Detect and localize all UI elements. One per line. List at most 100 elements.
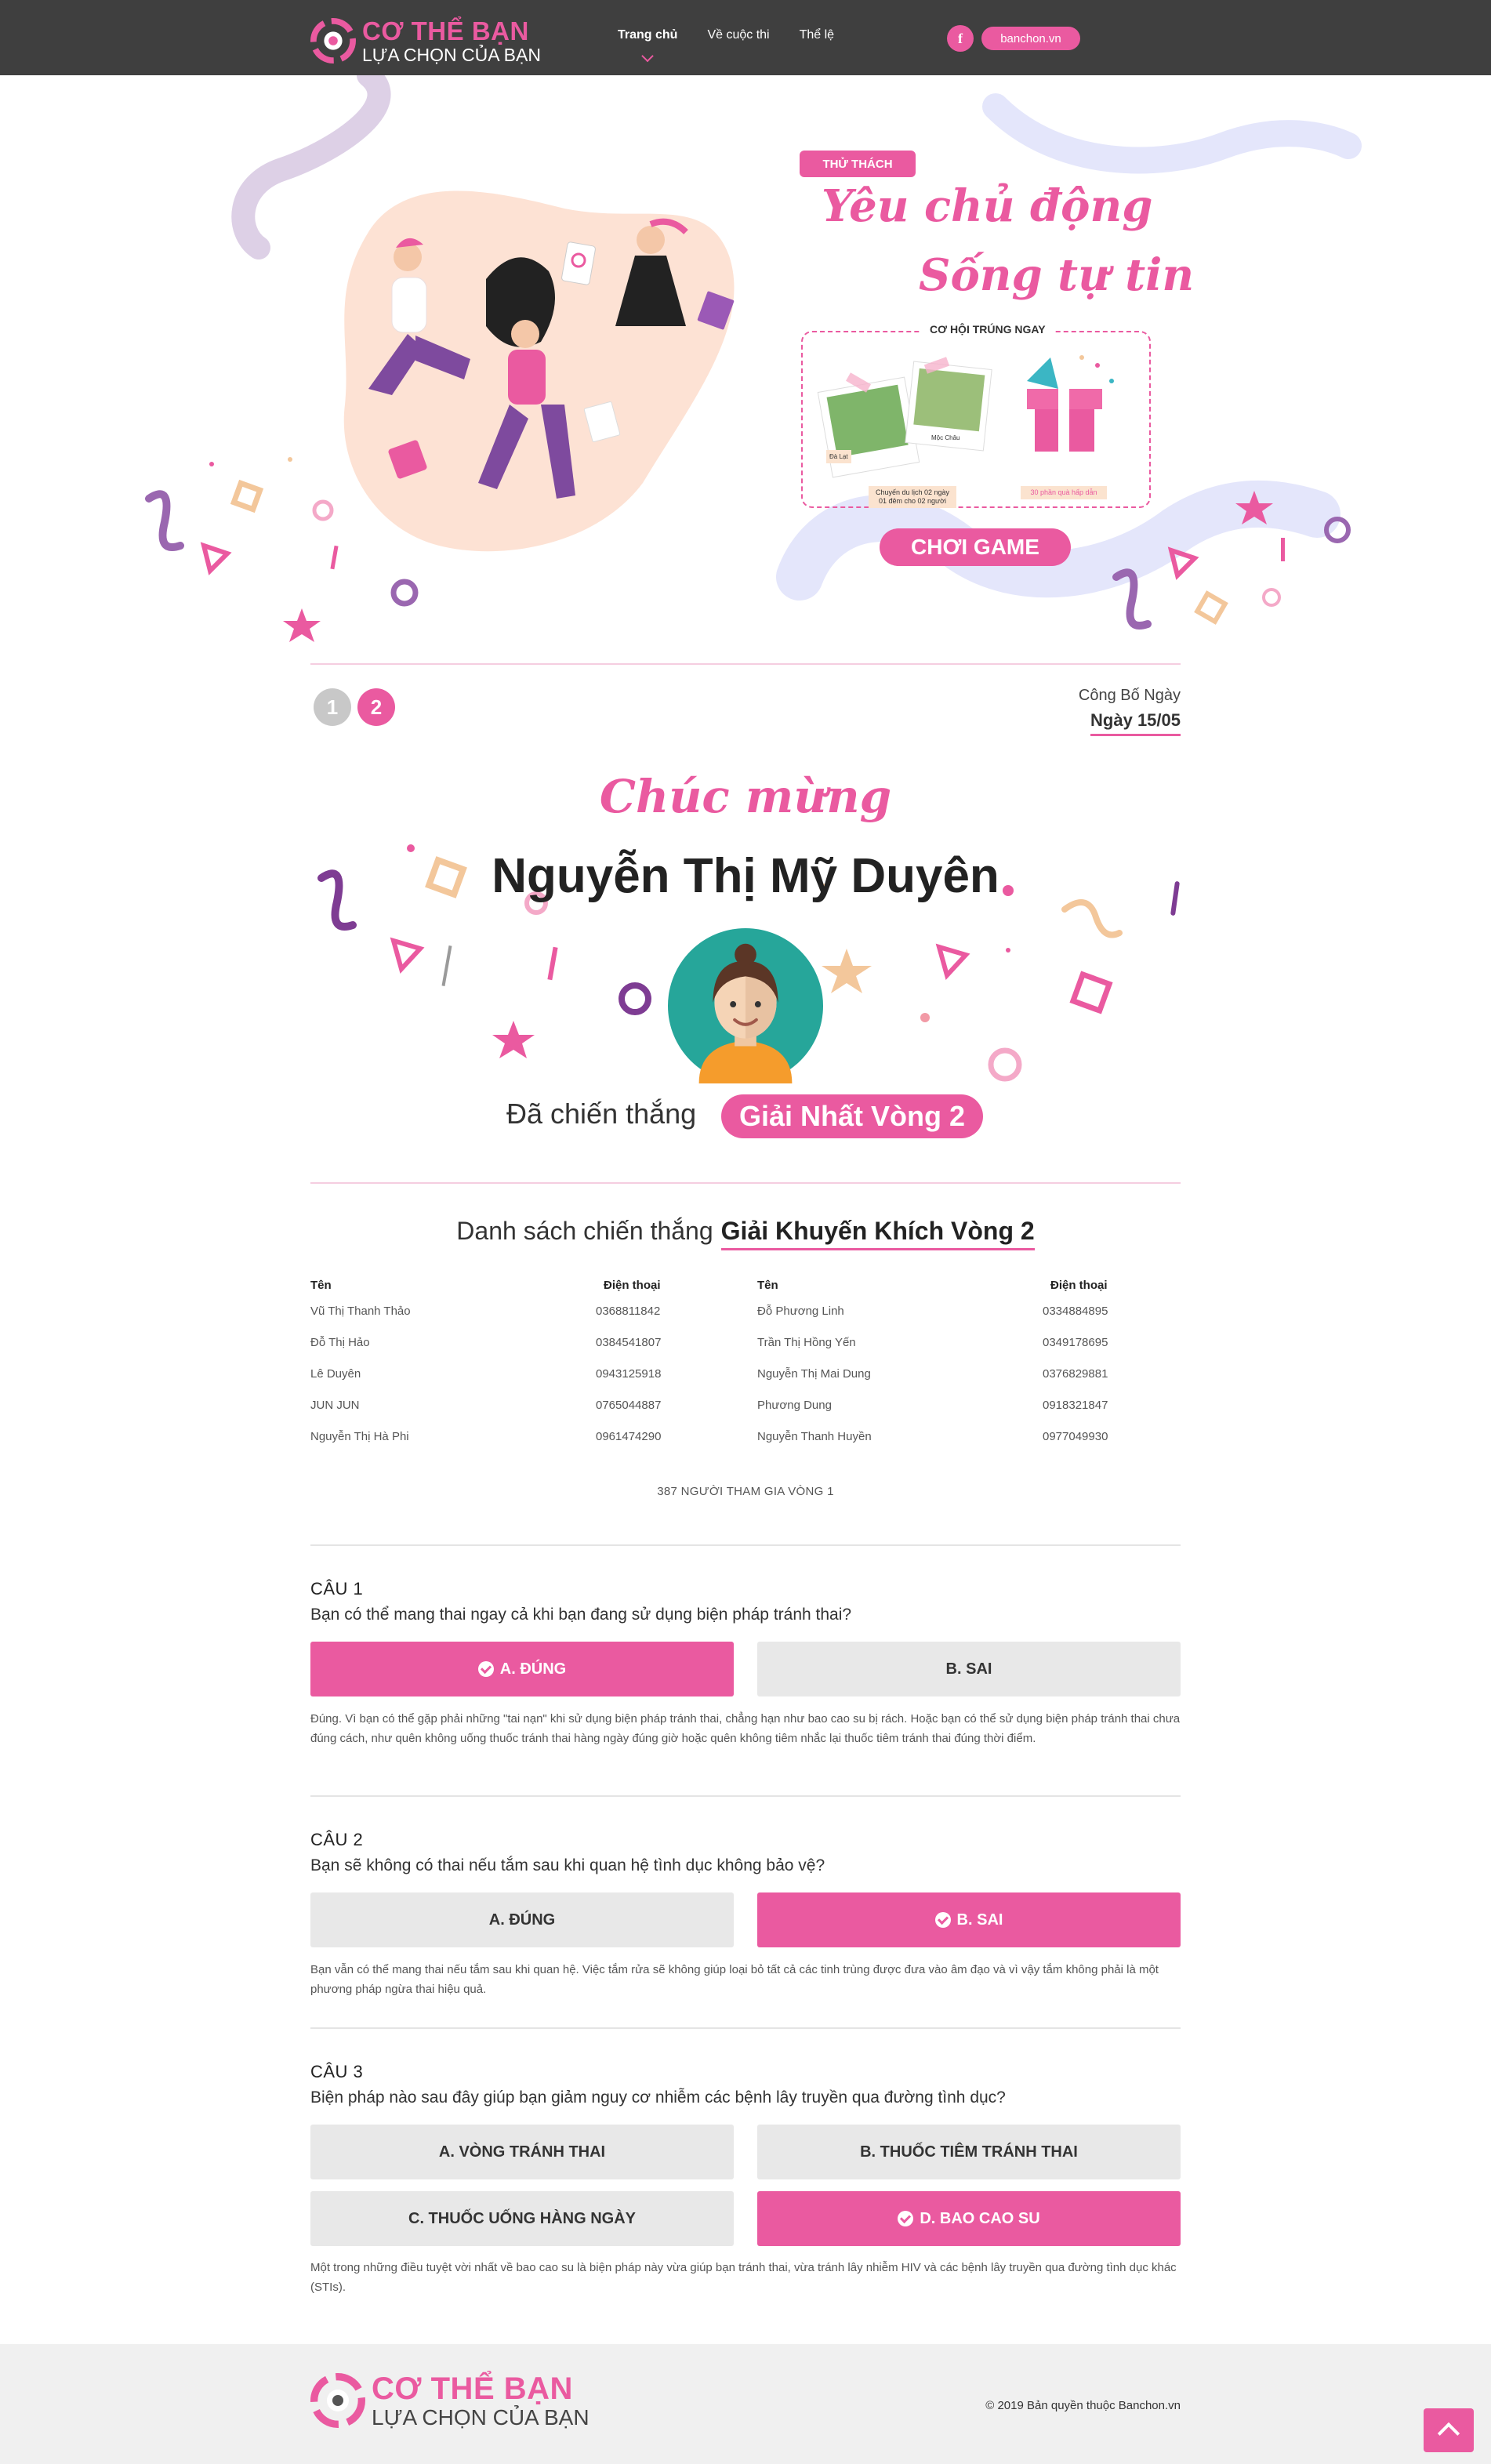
prize-label: CƠ HỘI TRÚNG NGAY <box>920 323 1055 336</box>
logo-mark-icon <box>310 2373 365 2428</box>
question-3-answer-d[interactable]: D. BAO CAO SU <box>757 2191 1181 2246</box>
section-divider <box>310 1795 1181 1797</box>
answer-label: B. SAI <box>956 1911 1003 1929</box>
logo-title: CƠ THỂ BẠN <box>362 16 529 45</box>
photo2-caption: Mộc Châu <box>931 434 960 441</box>
congrats-title: Chúc mừng <box>599 770 892 823</box>
prize-note-gift: 30 phần quà hấp dẫn <box>1021 486 1107 499</box>
winner-avatar <box>668 928 823 1083</box>
copyright-text: © 2019 Bản quyền thuộc Banchon.vn <box>985 2399 1181 2412</box>
winner-row-phone: 0918321847 <box>1043 1398 1108 1412</box>
winners-table-left: Tên Điện thoại Vũ Thị Thanh Thảo 03688118… <box>310 1275 753 1452</box>
section-divider <box>310 1544 1181 1546</box>
answer-label: B. SAI <box>945 1660 992 1678</box>
column-header-phone: Điện thoại <box>1050 1278 1108 1292</box>
announce-label: Công Bố Ngày <box>1078 687 1181 704</box>
table-row: Trần Thị Hồng Yến 0349178695 <box>757 1326 1199 1358</box>
table-row: JUN JUN 0765044887 <box>310 1389 753 1421</box>
logo-subtitle: LỰA CHỌN CỦA BẠN <box>362 44 541 65</box>
column-header-name: Tên <box>757 1278 778 1292</box>
winner-row-phone: 0334884895 <box>1043 1304 1108 1318</box>
answer-label: B. THUỐC TIÊM TRÁNH THAI <box>860 2143 1078 2161</box>
column-header-phone: Điện thoại <box>604 1278 661 1292</box>
winners-list-heading-text: Danh sách chiến thắng <box>456 1217 713 1245</box>
prize-box: CƠ HỘI TRÚNG NGAY Đà Lạt Mộc Châu Chuyến… <box>801 323 1151 508</box>
announce-date: Ngày 15/05 <box>1090 710 1181 736</box>
winner-row-name: Trần Thị Hồng Yến <box>757 1335 856 1349</box>
winner-row-name: Đỗ Thị Hảo <box>310 1335 370 1349</box>
column-header-name: Tên <box>310 1278 332 1292</box>
answer-label: A. VÒNG TRÁNH THAI <box>438 2143 606 2161</box>
winner-row-name: Nguyễn Thị Mai Dung <box>757 1366 871 1381</box>
winner-row-phone: 0765044887 <box>596 1398 662 1412</box>
question-2-answer-a[interactable]: A. ĐÚNG <box>310 1892 734 1947</box>
nav-rules[interactable]: Thể lệ <box>800 28 834 42</box>
won-text: Đã chiến thắng <box>506 1098 697 1130</box>
section-divider <box>310 2027 1181 2029</box>
hero-title-line1: Yêu chủ động <box>822 180 1153 232</box>
question-1-explanation: Đúng. Vì bạn có thể gặp phải những "tai … <box>310 1712 1181 1745</box>
hero-title-line2: Sống tự tin <box>919 249 1195 301</box>
winner-row-phone: 0977049930 <box>1043 1429 1108 1443</box>
answer-label: C. THUỐC UỐNG HÀNG NGÀY <box>408 2209 636 2227</box>
check-circle-icon <box>477 1661 494 1677</box>
question-1-number: CÂU 1 <box>310 1579 364 1599</box>
winner-row-name: Nguyễn Thị Hà Phi <box>310 1429 409 1443</box>
winner-row-name: Vũ Thị Thanh Thảo <box>310 1304 411 1318</box>
question-2-number: CÂU 2 <box>310 1830 364 1849</box>
main-nav: Trang chủ Về cuộc thi Thể lệ <box>618 28 834 42</box>
winner-row-phone: 0368811842 <box>596 1304 661 1318</box>
winner-row-phone: 0943125918 <box>596 1366 662 1381</box>
question-3-number: CÂU 3 <box>310 2062 364 2081</box>
question-1-answer-a[interactable]: A. ĐÚNG <box>310 1642 734 1696</box>
table-row: Nguyễn Thị Mai Dung 0376829881 <box>757 1358 1199 1389</box>
nav-about-contest[interactable]: Về cuộc thi <box>707 28 769 42</box>
question-3-answer-a[interactable]: A. VÒNG TRÁNH THAI <box>310 2125 734 2179</box>
site-link-button[interactable]: banchon.vn <box>981 27 1080 50</box>
scroll-to-top-button[interactable] <box>1424 2408 1474 2452</box>
play-game-button[interactable]: CHƠI GAME <box>880 528 1071 566</box>
table-row: Phương Dung 0918321847 <box>757 1389 1199 1421</box>
logo-subtitle: LỰA CHỌN CỦA BẠN <box>372 2404 590 2430</box>
section-divider <box>310 1182 1181 1184</box>
question-1-answer-b[interactable]: B. SAI <box>757 1642 1181 1696</box>
winner-row-phone: 0349178695 <box>1043 1335 1108 1349</box>
question-3-answer-c[interactable]: C. THUỐC UỐNG HÀNG NGÀY <box>310 2191 734 2246</box>
footer-logo[interactable]: CƠ THỂ BẠN LỰA CHỌN CỦA BẠN <box>310 2373 590 2428</box>
table-row: Lê Duyên 0943125918 <box>310 1358 753 1389</box>
nav-home[interactable]: Trang chủ <box>618 28 677 42</box>
check-circle-icon <box>898 2211 914 2226</box>
question-1-text: Bạn có thể mang thai ngay cả khi bạn đan… <box>310 1606 852 1624</box>
facebook-icon[interactable]: f <box>947 25 974 52</box>
hero-illustration <box>145 75 1362 642</box>
site-footer: CƠ THỂ BẠN LỰA CHỌN CỦA BẠN © 2019 Bản q… <box>0 2344 1491 2464</box>
check-circle-icon <box>934 1912 951 1928</box>
winner-row-phone: 0376829881 <box>1043 1366 1108 1381</box>
header-logo[interactable]: CƠ THỂ BẠN LỰA CHỌN CỦA BẠN <box>310 17 541 64</box>
answer-label: A. ĐÚNG <box>488 1911 556 1929</box>
winner-row-name: JUN JUN <box>310 1398 360 1412</box>
question-2-answer-b[interactable]: B. SAI <box>757 1892 1181 1947</box>
round-2-button[interactable]: 2 <box>357 688 395 726</box>
winner-row-name: Nguyễn Thanh Huyền <box>757 1429 872 1443</box>
winner-row-name: Phương Dung <box>757 1398 832 1412</box>
round-1-button[interactable]: 1 <box>314 688 351 726</box>
winner-row-name: Đỗ Phương Linh <box>757 1304 844 1318</box>
question-3-explanation: Một trong những điều tuyệt vời nhất về b… <box>310 2261 1177 2294</box>
question-2-explanation: Bạn vẫn có thể mang thai nếu tắm sau khi… <box>310 1963 1159 1996</box>
table-row: Nguyễn Thị Hà Phi 0961474290 <box>310 1421 753 1452</box>
prize-note-trip: Chuyến du lịch 02 ngày 01 đêm cho 02 ngư… <box>869 486 956 508</box>
table-row: Vũ Thị Thanh Thảo 0368811842 <box>310 1295 753 1326</box>
table-row: Nguyễn Thanh Huyền 0977049930 <box>757 1421 1199 1452</box>
winner-row-name: Lê Duyên <box>310 1366 361 1381</box>
logo-title: CƠ THỂ BẠN <box>372 2371 573 2406</box>
winner-row-phone: 0961474290 <box>596 1429 662 1443</box>
hero-tag: THỬ THÁCH <box>800 151 916 177</box>
winners-list-heading-prize: Giải Khuyến Khích Vòng 2 <box>720 1217 1035 1250</box>
question-3-answer-b[interactable]: B. THUỐC TIÊM TRÁNH THAI <box>757 2125 1181 2179</box>
section-divider <box>310 663 1181 665</box>
question-2-text: Bạn sẽ không có thai nếu tắm sau khi qua… <box>310 1856 825 1874</box>
winner-name: Nguyễn Thị Mỹ Duyên <box>492 849 999 903</box>
winners-list-heading: Danh sách chiến thắng Giải Khuyến Khích V… <box>0 1217 1491 1250</box>
winner-row-phone: 0384541807 <box>596 1335 662 1349</box>
